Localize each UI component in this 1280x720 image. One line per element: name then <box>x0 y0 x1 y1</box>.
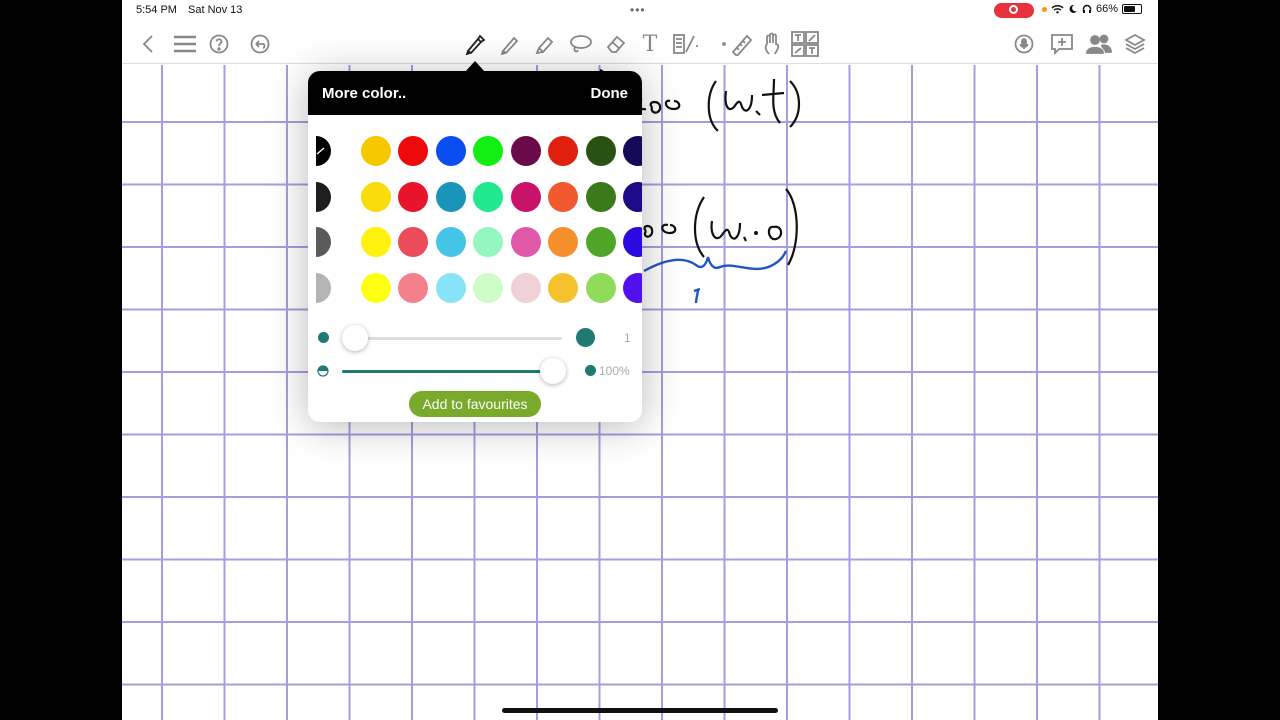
add-to-favourites-button[interactable]: Add to favourites <box>409 391 541 417</box>
back-chevron-icon[interactable] <box>138 28 158 60</box>
battery-icon <box>1122 4 1143 14</box>
color-swatch[interactable] <box>435 181 466 212</box>
status-bar: 5:54 PM Sat Nov 13 ••• 66% <box>122 0 1158 22</box>
color-swatch[interactable] <box>398 272 428 303</box>
color-swatch[interactable] <box>435 227 466 257</box>
color-swatch[interactable] <box>510 272 541 303</box>
highlighter-icon[interactable] <box>533 28 557 60</box>
color-swatch[interactable] <box>548 181 578 212</box>
color-swatch-partial[interactable] <box>316 136 346 166</box>
status-date: Sat Nov 13 <box>188 4 243 16</box>
opacity-value: 100% <box>599 364 630 378</box>
color-swatch[interactable] <box>398 136 428 166</box>
color-swatch[interactable] <box>585 272 616 303</box>
color-swatch[interactable] <box>548 227 578 257</box>
color-swatch[interactable] <box>548 136 578 166</box>
color-swatch[interactable] <box>585 227 616 257</box>
battery-percent: 66% <box>1096 3 1119 15</box>
color-swatch[interactable] <box>623 136 642 166</box>
add-comment-icon[interactable] <box>1049 28 1075 60</box>
size-slider-row: 1 <box>308 323 642 353</box>
color-swatch-partial[interactable] <box>316 272 346 303</box>
color-swatch[interactable] <box>473 227 503 257</box>
undo-icon[interactable] <box>249 28 271 60</box>
color-swatch[interactable] <box>473 181 503 212</box>
eraser-icon[interactable] <box>604 28 628 60</box>
text-icon[interactable]: T <box>638 28 662 60</box>
lasso-icon[interactable] <box>568 28 594 60</box>
color-picker-popover: More color.. Done 1 100% Add to favourit… <box>308 71 642 422</box>
layers-icon[interactable] <box>1123 28 1147 60</box>
status-indicators: 66% <box>1042 3 1143 15</box>
opacity-slider-row: 100% <box>308 356 642 386</box>
size-slider-track[interactable] <box>342 337 562 340</box>
size-value: 1 <box>624 331 631 345</box>
color-swatch[interactable] <box>585 136 616 166</box>
color-swatch[interactable] <box>435 136 466 166</box>
color-swatch-partial[interactable] <box>316 227 346 257</box>
color-swatch[interactable] <box>398 181 428 212</box>
opacity-low-icon <box>317 365 329 377</box>
color-swatch[interactable] <box>510 136 541 166</box>
multitasking-dots-icon[interactable]: ••• <box>630 3 646 17</box>
color-swatch[interactable] <box>623 272 642 303</box>
color-swatch[interactable] <box>398 227 428 257</box>
opacity-slider-knob[interactable] <box>540 358 566 384</box>
thick-stroke-dot-icon <box>576 328 595 347</box>
color-swatch[interactable] <box>623 227 642 257</box>
color-swatch[interactable] <box>510 181 541 212</box>
menu-icon[interactable] <box>172 28 198 60</box>
moon-icon <box>1069 4 1077 13</box>
color-swatch-partial[interactable] <box>316 181 346 212</box>
thin-stroke-dot-icon <box>318 332 329 343</box>
microphone-icon[interactable] <box>1013 28 1035 60</box>
home-indicator[interactable] <box>502 708 778 713</box>
selected-check-icon <box>316 147 325 155</box>
mic-in-use-dot-icon <box>1042 6 1047 12</box>
toolbar: T <box>122 28 1158 64</box>
color-swatch[interactable] <box>360 136 391 166</box>
color-swatch[interactable] <box>473 136 503 166</box>
opacity-slider-track[interactable] <box>342 370 562 373</box>
stickers-icon[interactable] <box>790 28 820 60</box>
hand-icon[interactable] <box>760 28 784 60</box>
color-swatch[interactable] <box>360 227 391 257</box>
color-swatch[interactable] <box>435 272 466 303</box>
ruler-icon[interactable] <box>720 28 754 60</box>
shapes-icon[interactable] <box>671 28 701 60</box>
status-time: 5:54 PM <box>136 4 177 16</box>
fountain-pen-icon[interactable] <box>463 28 487 60</box>
headphones-icon <box>1082 4 1092 13</box>
ipad-screen: 5:54 PM Sat Nov 13 ••• 66% T More color.… <box>122 0 1158 720</box>
color-swatch[interactable] <box>585 181 616 212</box>
help-icon[interactable] <box>208 28 230 60</box>
color-swatch[interactable] <box>473 272 503 303</box>
wifi-icon <box>1051 5 1064 14</box>
size-slider-knob[interactable] <box>342 325 368 351</box>
color-swatch[interactable] <box>360 272 391 303</box>
pencil-icon[interactable] <box>498 28 522 60</box>
color-swatch[interactable] <box>548 272 578 303</box>
screen-recording-indicator-icon[interactable] <box>994 3 1034 18</box>
opacity-full-dot-icon <box>585 365 596 376</box>
collaborators-icon[interactable] <box>1085 28 1113 60</box>
color-swatch[interactable] <box>360 181 391 212</box>
color-swatch[interactable] <box>510 227 541 257</box>
color-swatch[interactable] <box>623 181 642 212</box>
